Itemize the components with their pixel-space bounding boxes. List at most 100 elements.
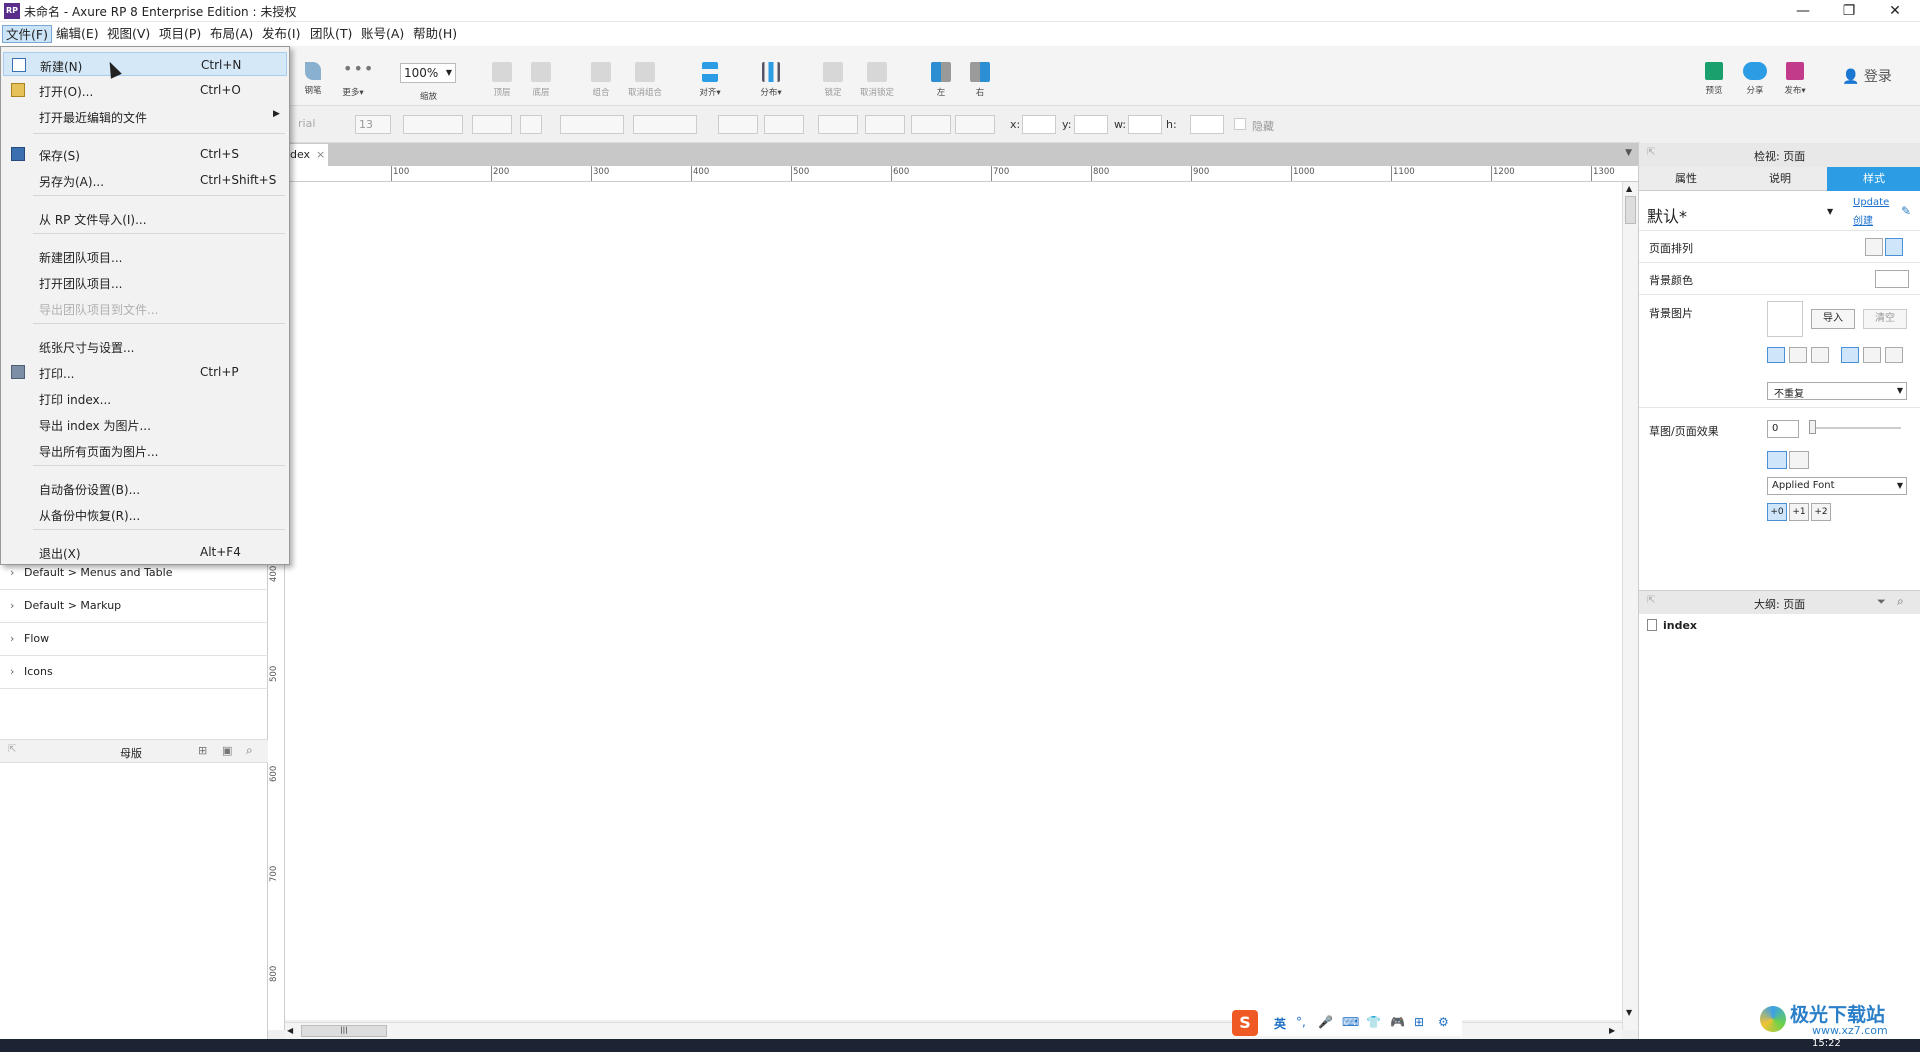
hidden-checkbox[interactable] [1234,118,1246,130]
add-folder-icon[interactable]: ▣ [222,744,232,757]
tab-properties[interactable]: 属性 [1639,167,1733,191]
design-canvas[interactable] [285,182,1622,1020]
tab-notes[interactable]: 说明 [1733,167,1827,191]
collapse-icon[interactable]: ⇱ [1647,595,1655,606]
scroll-thumb[interactable] [1625,196,1636,224]
h-input[interactable] [1190,115,1224,134]
scroll-down-icon[interactable]: ▼ [1626,1008,1632,1017]
import-image-button[interactable]: 导入 [1811,309,1855,329]
send-to-bottom-button[interactable]: 底层 [514,62,568,98]
library-item[interactable]: › Icons [0,656,268,689]
minimize-button[interactable]: — [1780,0,1826,22]
menu-help[interactable]: 帮助(H) [410,25,460,43]
align-left-page-button[interactable] [1865,238,1883,256]
vertical-align-group[interactable] [633,115,697,134]
file-menu-item[interactable]: 打印 index... [3,386,287,410]
file-menu-item[interactable]: 打开最近编辑的文件 ▶ [3,104,287,128]
chevron-down-icon[interactable]: ▼ [1827,207,1833,216]
applied-font-select[interactable]: Applied Font ▼ [1767,477,1907,495]
create-style-link[interactable]: 创建 [1853,212,1873,227]
w-input[interactable] [1128,115,1162,134]
library-item[interactable]: › Default > Markup [0,590,268,623]
bg-valign-bottom-button[interactable] [1885,347,1903,363]
file-menu-item[interactable]: 从备份中恢复(R)... [3,502,287,526]
menu-publish[interactable]: 发布(I) [259,25,303,43]
ime-lang-toggle[interactable]: 英 [1274,1015,1286,1032]
bg-valign-top-button[interactable] [1841,347,1859,363]
scroll-left-icon[interactable]: ◀ [287,1026,293,1035]
shadow-select[interactable] [764,115,804,134]
align-center-page-button[interactable] [1885,238,1903,256]
text-align-group[interactable] [560,115,624,134]
publish-button[interactable]: 发布▾ [1768,62,1822,96]
line-color-select[interactable] [818,115,858,134]
file-menu-item[interactable]: 自动备份设置(B)... [3,476,287,500]
ungroup-button[interactable]: 取消组合 [618,62,672,98]
file-menu-item[interactable]: 导出所有页面为图片... [3,438,287,462]
font-step-1-button[interactable]: +1 [1789,503,1809,521]
keyboard-icon[interactable]: ⌨ [1342,1015,1359,1029]
skin-icon[interactable]: 👕 [1366,1015,1381,1029]
file-menu-item[interactable]: 退出(X) Alt+F4 [3,540,287,564]
zoom-select[interactable]: 100% ▼ [400,63,456,83]
menu-edit[interactable]: 编辑(E) [53,25,102,43]
grayscale-mode-button[interactable] [1789,451,1809,469]
x-input[interactable] [1022,115,1056,134]
game-icon[interactable]: 🎮 [1390,1015,1405,1029]
clear-image-button[interactable]: 清空 [1863,309,1907,329]
close-button[interactable]: ✕ [1872,0,1918,22]
font-family-select[interactable]: rial [296,115,348,134]
search-icon[interactable]: ⌕ [1897,594,1904,609]
bg-align-center-button[interactable] [1789,347,1807,363]
font-size-select[interactable]: 13 [355,115,391,134]
login-button[interactable]: 👤 登录 [1842,66,1892,86]
bg-align-left-button[interactable] [1767,347,1785,363]
slider-handle[interactable] [1809,420,1816,434]
search-icon[interactable]: ⌕ [246,743,253,758]
sketch-slider[interactable] [1809,420,1901,434]
sogou-logo-icon[interactable]: S [1232,1010,1258,1036]
collapse-icon[interactable]: ⇱ [8,744,16,755]
file-menu-item[interactable]: 保存(S) Ctrl+S [3,142,287,166]
microphone-icon[interactable]: 🎤 [1318,1015,1333,1029]
font-step-0-button[interactable]: +0 [1767,503,1787,521]
menu-project[interactable]: 项目(P) [156,25,204,43]
collapse-icon[interactable]: ⇱ [1647,147,1655,158]
bg-image-preview[interactable] [1767,301,1803,337]
fill-color-select[interactable] [718,115,758,134]
y-input[interactable] [1074,115,1108,134]
tab-list-dropdown-icon[interactable]: ▼ [1625,148,1632,158]
line-pattern-select[interactable] [911,115,951,134]
close-tab-icon[interactable]: × [316,144,325,166]
edit-style-icon[interactable]: ✎ [1901,204,1911,218]
maximize-button[interactable]: ❐ [1826,0,1872,22]
menu-account[interactable]: 账号(A) [358,25,407,43]
update-style-link[interactable]: Update [1853,197,1889,208]
unlock-button[interactable]: 取消锁定 [850,62,904,98]
font-step-2-button[interactable]: +2 [1811,503,1831,521]
file-menu-item[interactable]: 新建(N) Ctrl+N [3,52,287,76]
bullet-list-button[interactable] [520,115,542,134]
font-color-select[interactable] [472,115,512,134]
bg-color-picker[interactable] [1875,270,1909,288]
sketch-value-input[interactable]: 0 [1767,420,1799,438]
file-menu-item[interactable]: 新建团队项目... [3,244,287,268]
bg-valign-middle-button[interactable] [1863,347,1881,363]
file-menu-item[interactable]: 打开团队项目... [3,270,287,294]
add-master-icon[interactable]: ⊞ [198,744,207,757]
bold-italic-underline-group[interactable] [403,115,463,134]
align-button[interactable]: 对齐▾ [683,62,737,98]
scroll-thumb[interactable]: ||| [301,1025,387,1037]
toolbox-icon[interactable]: ⊞ [1414,1015,1424,1029]
menu-view[interactable]: 视图(V) [104,25,153,43]
menu-team[interactable]: 团队(T) [307,25,355,43]
right-button[interactable]: 右 [953,62,1007,98]
tab-index[interactable]: dex × [288,144,328,166]
taskbar-clock[interactable]: 15:22 [1812,1039,1841,1049]
menu-file[interactable]: 文件(F) [2,25,52,43]
bg-repeat-select[interactable]: 不重复 ▼ [1767,382,1907,400]
punctuation-icon[interactable]: °, [1296,1015,1306,1029]
filter-icon[interactable]: ⏷ [1877,595,1886,609]
color-mode-button[interactable] [1767,451,1787,469]
bg-align-right-button[interactable] [1811,347,1829,363]
